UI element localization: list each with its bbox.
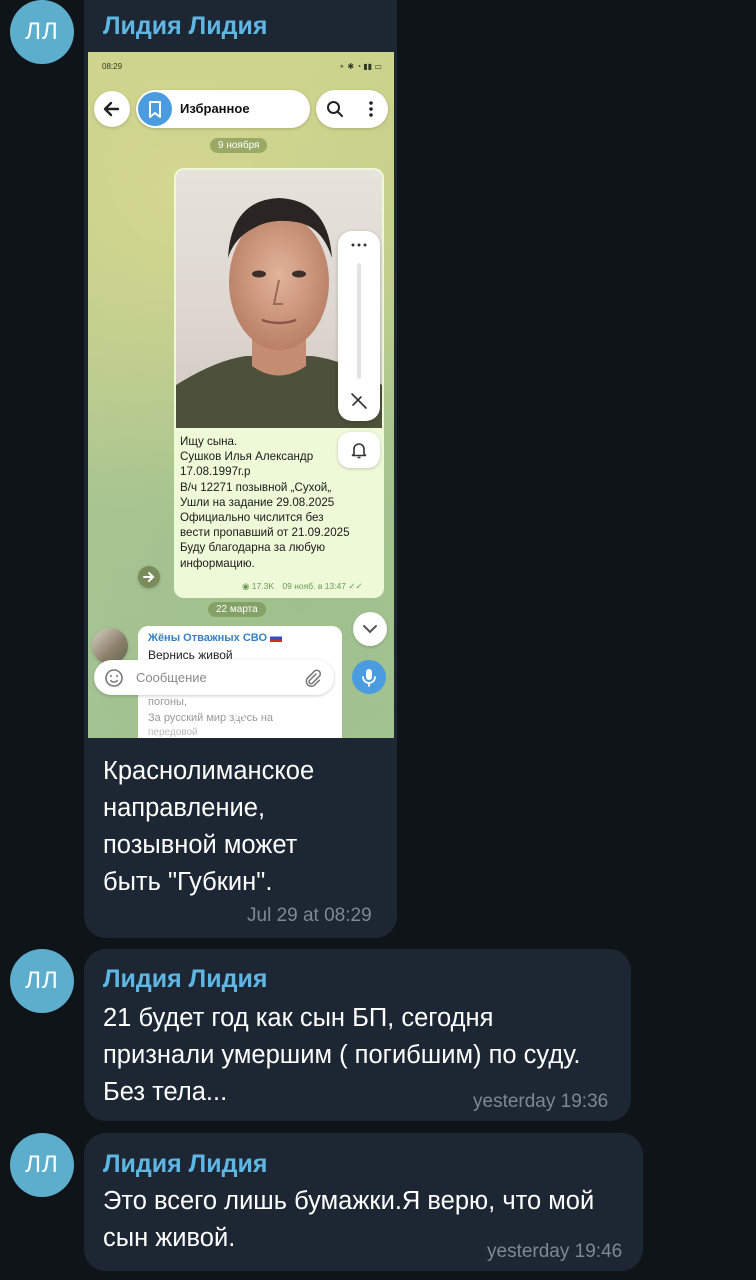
date-separator: 9 ноября	[210, 138, 268, 153]
message-input[interactable]: Сообщение	[94, 660, 334, 695]
attached-screenshot[interactable]: 08:29 ⚬ ✱ ◔ ▮▮ ▭ Избранное 9 ноября Ищу …	[88, 52, 394, 738]
post-meta: ◉ 17.3K 09 нояб. в 13:47 ✓✓	[242, 581, 363, 592]
sender-name[interactable]: Лидия Лидия	[103, 1150, 267, 1179]
date-separator-2: 22 марта	[208, 602, 266, 617]
scroll-down-button[interactable]	[353, 612, 387, 646]
mic-button[interactable]	[352, 660, 386, 694]
sender-avatar[interactable]: ЛЛ	[10, 0, 74, 64]
message-time: yesterday 19:36	[473, 1091, 609, 1112]
channel-name: Жёны Отважных СВО	[148, 632, 283, 644]
message-time: Jul 29 at 08:29	[247, 905, 372, 926]
status-time: 08:29	[102, 62, 123, 71]
chevron-down-icon	[363, 625, 377, 634]
mic-icon	[362, 669, 376, 687]
chat-header-pill[interactable]: Избранное	[136, 90, 310, 128]
emoji-icon[interactable]	[104, 668, 124, 688]
channel-avatar-image	[92, 628, 128, 664]
message-time: yesterday 19:46	[487, 1241, 623, 1262]
forward-arrow-icon	[143, 572, 155, 582]
more-horizontal-icon[interactable]	[349, 241, 369, 249]
flag-icon	[270, 634, 283, 643]
back-button[interactable]	[94, 91, 130, 127]
bell-icon	[351, 443, 367, 459]
back-arrow-icon	[103, 101, 120, 117]
sender-name[interactable]: Лидия Лидия	[103, 12, 267, 41]
status-bar: 08:29 ⚬ ✱ ◔ ▮▮ ▭	[102, 62, 382, 76]
channel-text-4: передовой	[148, 727, 198, 738]
volume-slider-track[interactable]	[357, 263, 361, 379]
forward-button[interactable]	[138, 566, 160, 588]
message-text: Краснолиманское направление, позывной мо…	[103, 757, 315, 896]
bell-button[interactable]	[338, 432, 380, 468]
more-vertical-icon[interactable]	[362, 100, 380, 118]
volume-panel[interactable]	[338, 231, 380, 421]
attach-icon[interactable]	[302, 668, 322, 688]
chat-title: Избранное	[180, 101, 250, 116]
post-views: 17.3K	[251, 581, 275, 591]
eye-icon: ◉	[242, 581, 250, 591]
bookmark-avatar	[138, 92, 172, 126]
status-icons: ⚬ ✱ ◔ ▮▮ ▭	[338, 62, 383, 71]
double-check-icon: ✓✓	[348, 581, 363, 591]
input-placeholder: Сообщение	[136, 670, 207, 685]
sender-name[interactable]: Лидия Лидия	[103, 965, 267, 994]
muted-vibrate-icon[interactable]	[349, 391, 369, 411]
nav-bar	[234, 713, 317, 727]
post-time: 09 нояб. в 13:47	[282, 581, 346, 591]
bookmark-icon	[149, 101, 161, 118]
sender-avatar[interactable]: ЛЛ	[10, 949, 74, 1013]
header-actions	[316, 90, 388, 128]
channel-text-2: погоны,	[148, 696, 187, 708]
sender-avatar[interactable]: ЛЛ	[10, 1133, 74, 1197]
search-icon[interactable]	[326, 100, 344, 118]
channel-avatar[interactable]	[92, 628, 128, 664]
